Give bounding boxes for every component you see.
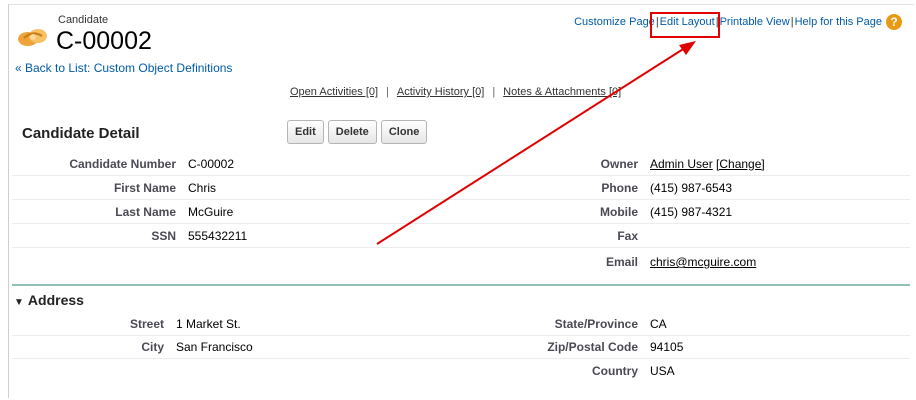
annotation-arrow-line <box>376 45 689 245</box>
annotation-arrow <box>376 41 696 245</box>
annotation-arrow-head <box>679 41 696 55</box>
